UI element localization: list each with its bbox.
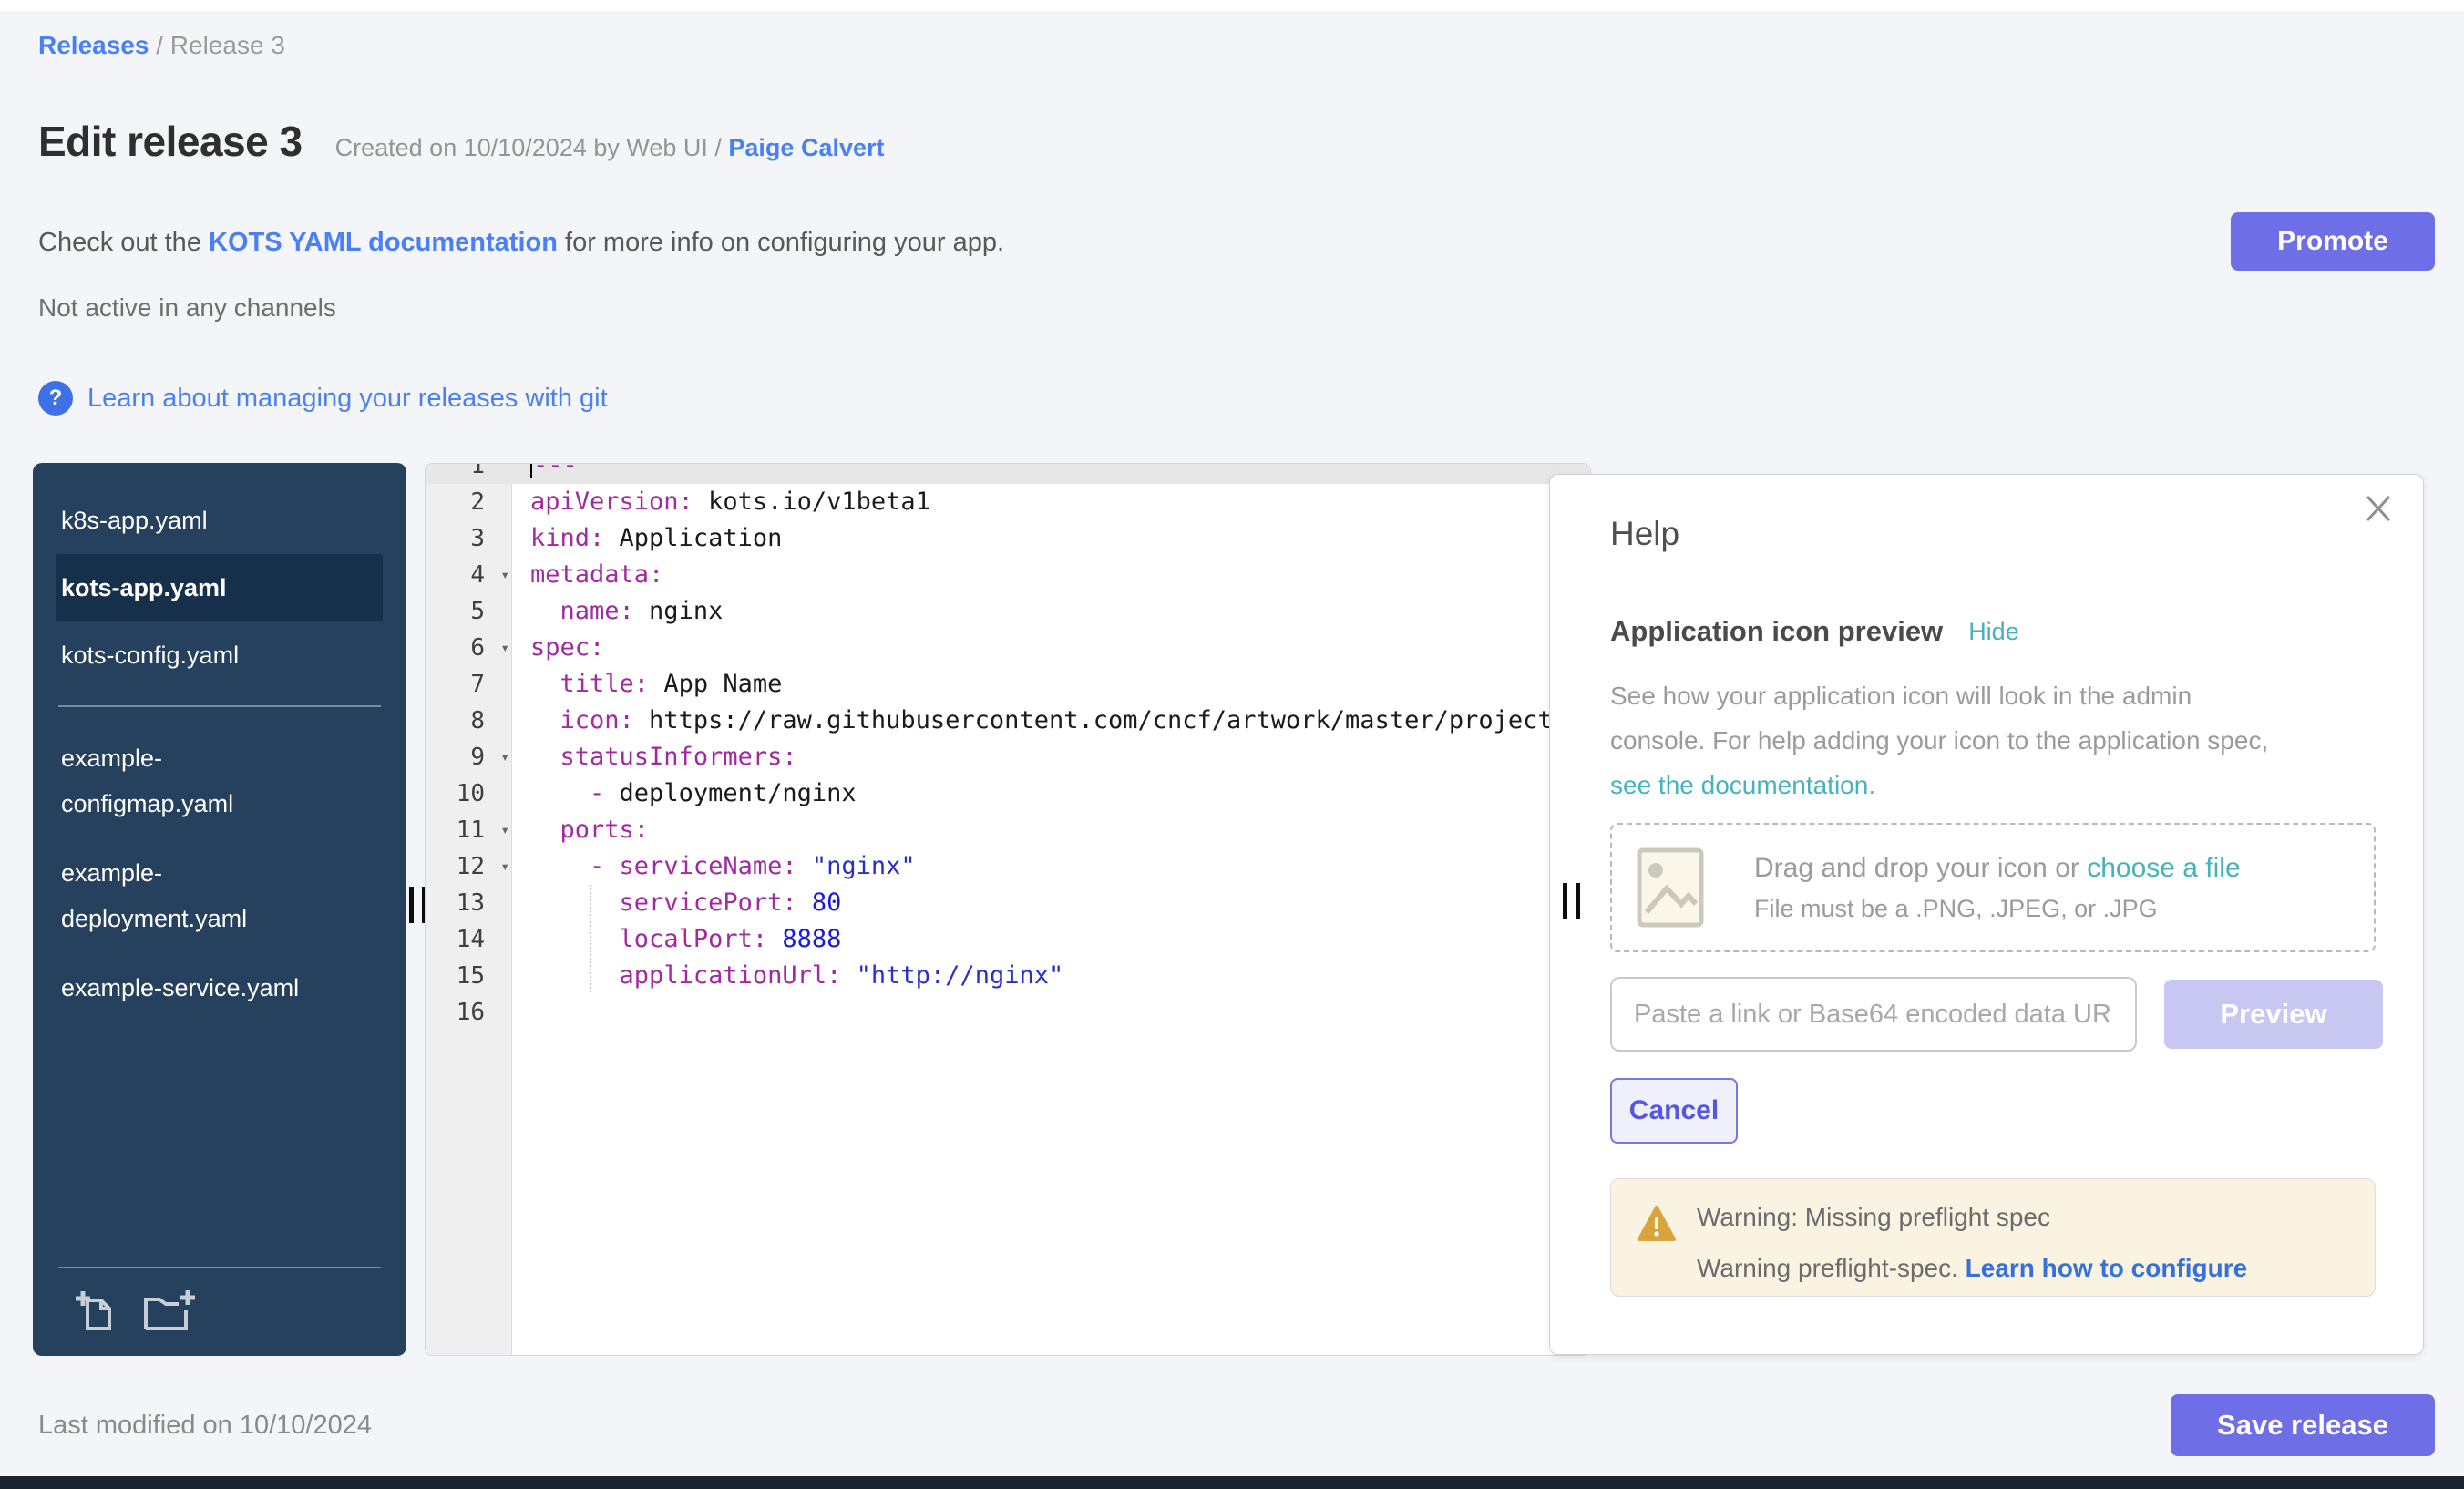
code-line[interactable]: 3kind: Application xyxy=(426,520,1590,557)
created-info: Created on 10/10/2024 by Web UI / Paige … xyxy=(335,134,885,162)
question-icon: ? xyxy=(38,381,73,416)
file-tree-item[interactable]: kots-app.yaml xyxy=(56,554,383,621)
learn-configure-link[interactable]: Learn how to configure xyxy=(1966,1254,2248,1282)
icon-preview-title: Application icon preview xyxy=(1610,615,1943,648)
file-tree-item[interactable]: k8s-app.yaml xyxy=(56,487,383,554)
warning-detail: Warning preflight-spec. Learn how to con… xyxy=(1697,1254,2356,1283)
line-number: 3 xyxy=(426,520,512,557)
fold-arrow-icon[interactable]: ▾ xyxy=(500,557,509,593)
line-number: 10 xyxy=(426,775,512,812)
code-line[interactable]: 11▾ ports: xyxy=(426,812,1590,848)
preflight-warning: Warning: Missing preflight spec Warning … xyxy=(1610,1178,2376,1297)
file-tree: k8s-app.yamlkots-app.yamlkots-config.yam… xyxy=(33,463,406,1356)
intro-text: Check out the KOTS YAML documentation fo… xyxy=(38,228,1004,258)
git-help-row: ? Learn about managing your releases wit… xyxy=(38,381,608,416)
line-number: 14 xyxy=(426,921,512,958)
code-line[interactable]: 2apiVersion: kots.io/v1beta1 xyxy=(426,484,1590,520)
file-tree-item[interactable]: example-service.yaml xyxy=(56,953,383,1022)
line-number: 1 xyxy=(426,463,512,484)
icon-preview-description: See how your application icon will look … xyxy=(1610,673,2268,807)
see-documentation-link[interactable]: see the documentation xyxy=(1610,771,1868,799)
file-group: example- configmap.yamlexample- deployme… xyxy=(33,724,406,1022)
yaml-editor[interactable]: 1---2apiVersion: kots.io/v1beta13kind: A… xyxy=(425,463,1591,1356)
help-panel: Help Application icon preview Hide See h… xyxy=(1549,474,2424,1355)
add-file-icon[interactable] xyxy=(75,1289,117,1332)
add-folder-icon[interactable] xyxy=(142,1289,197,1332)
line-number: 7 xyxy=(426,666,512,703)
breadcrumb: Releases / Release 3 xyxy=(38,31,285,60)
editor-rows: 1---2apiVersion: kots.io/v1beta13kind: A… xyxy=(426,463,1590,1031)
bottom-strip xyxy=(0,1476,2464,1489)
code-line[interactable]: 15 applicationUrl: "http://nginx" xyxy=(426,958,1590,994)
title-row: Edit release 3 Created on 10/10/2024 by … xyxy=(38,117,885,166)
warning-icon xyxy=(1637,1205,1677,1243)
warning-title: Warning: Missing preflight spec xyxy=(1697,1203,2356,1232)
line-number: 11▾ xyxy=(426,812,512,848)
line-number: 6▾ xyxy=(426,630,512,666)
dropzone-text: Drag and drop your icon or choose a file xyxy=(1754,853,2241,884)
help-title: Help xyxy=(1610,515,1679,553)
fold-arrow-icon[interactable]: ▾ xyxy=(500,848,509,885)
code-line[interactable]: 9▾ statusInformers: xyxy=(426,739,1590,775)
close-icon[interactable] xyxy=(2359,489,2397,532)
line-number: 15 xyxy=(426,958,512,994)
choose-file-link[interactable]: choose a file xyxy=(2087,853,2240,883)
line-number: 8 xyxy=(426,703,512,739)
promote-button[interactable]: Promote xyxy=(2231,212,2435,271)
code-line[interactable]: 16 xyxy=(426,994,1590,1031)
code-line[interactable]: 5 name: nginx xyxy=(426,593,1590,630)
code-line[interactable]: 4▾metadata: xyxy=(426,557,1590,593)
line-number: 2 xyxy=(426,484,512,520)
code-line[interactable]: 6▾spec: xyxy=(426,630,1590,666)
breadcrumb-current: Release 3 xyxy=(170,31,285,59)
code-line[interactable]: 8 icon: https://raw.githubusercontent.co… xyxy=(426,703,1590,739)
code-line[interactable]: 14 localPort: 8888 xyxy=(426,921,1590,958)
kots-yaml-docs-link[interactable]: KOTS YAML documentation xyxy=(209,228,558,257)
fold-arrow-icon[interactable]: ▾ xyxy=(500,812,509,848)
fold-arrow-icon[interactable]: ▾ xyxy=(500,630,509,666)
file-group: k8s-app.yamlkots-app.yamlkots-config.yam… xyxy=(33,487,406,689)
file-tree-bottom-divider xyxy=(58,1267,381,1268)
text-cursor xyxy=(530,463,532,478)
save-release-button[interactable]: Save release xyxy=(2171,1394,2435,1456)
file-tree-item[interactable]: kots-config.yaml xyxy=(56,621,383,689)
icon-url-input[interactable] xyxy=(1610,977,2137,1052)
page-title: Edit release 3 xyxy=(38,117,303,166)
code-line[interactable]: 10 - deployment/nginx xyxy=(426,775,1590,812)
dropzone-filetypes: File must be a .PNG, .JPEG, or .JPG xyxy=(1754,895,2241,923)
line-number: 13 xyxy=(426,885,512,921)
file-tree-actions xyxy=(33,1267,406,1356)
line-number: 9▾ xyxy=(426,739,512,775)
breadcrumb-releases-link[interactable]: Releases xyxy=(38,31,149,59)
last-modified: Last modified on 10/10/2024 xyxy=(38,1411,372,1441)
line-number: 12▾ xyxy=(426,848,512,885)
line-number: 16 xyxy=(426,994,512,1031)
file-tree-item[interactable]: example- configmap.yaml xyxy=(56,724,383,838)
indent-guide xyxy=(590,885,591,992)
fold-arrow-icon[interactable]: ▾ xyxy=(500,739,509,775)
help-resize-handle[interactable] xyxy=(1563,883,1580,919)
file-tree-item[interactable]: example- deployment.yaml xyxy=(56,838,383,953)
code-line[interactable]: 12▾ - serviceName: "nginx" xyxy=(426,848,1590,885)
channel-status: Not active in any channels xyxy=(38,293,336,323)
code-line[interactable]: 7 title: App Name xyxy=(426,666,1590,703)
git-releases-link[interactable]: Learn about managing your releases with … xyxy=(87,384,608,414)
code-line[interactable]: 13 servicePort: 80 xyxy=(426,885,1590,921)
author-link[interactable]: Paige Calvert xyxy=(728,134,884,161)
image-placeholder-icon xyxy=(1636,847,1705,929)
code-line[interactable]: 1--- xyxy=(426,463,1590,484)
line-number: 4▾ xyxy=(426,557,512,593)
line-number: 5 xyxy=(426,593,512,630)
top-header-strip xyxy=(0,0,2464,11)
file-group-divider xyxy=(58,705,381,707)
icon-dropzone[interactable]: Drag and drop your icon or choose a file… xyxy=(1610,823,2376,952)
hide-link[interactable]: Hide xyxy=(1968,618,2019,646)
preview-button[interactable]: Preview xyxy=(2164,980,2383,1049)
breadcrumb-separator: / xyxy=(149,31,169,59)
cancel-button[interactable]: Cancel xyxy=(1610,1078,1738,1144)
